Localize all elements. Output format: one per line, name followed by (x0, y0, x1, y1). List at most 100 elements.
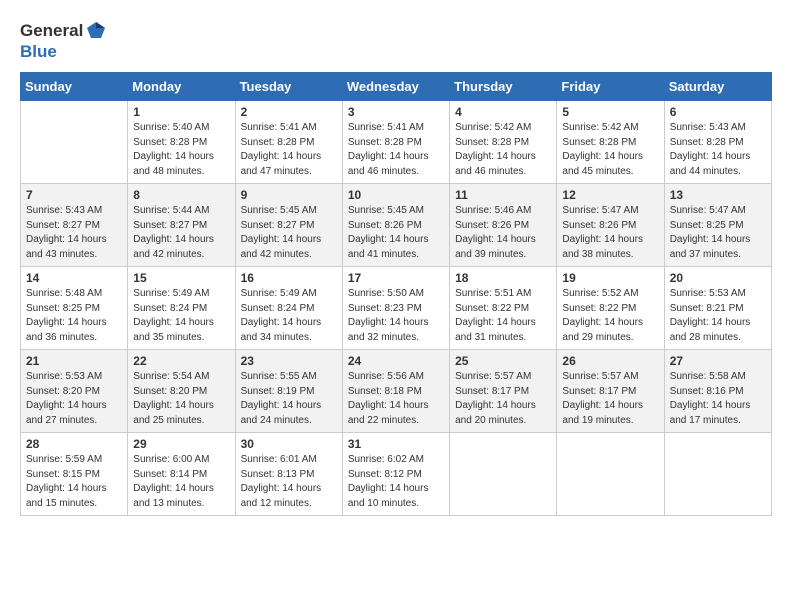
calendar-cell: 11 Sunrise: 5:46 AM Sunset: 8:26 PM Dayli… (450, 184, 557, 267)
calendar-week-row: 14Sunrise: 5:48 AM Sunset: 8:25 PM Dayli… (21, 267, 772, 350)
calendar-cell (450, 433, 557, 516)
calendar-cell: 23Sunrise: 5:55 AM Sunset: 8:19 PM Dayli… (235, 350, 342, 433)
day-info: Sunrise: 5:50 AM Sunset: 8:23 PM Dayligh… (348, 287, 444, 345)
calendar-cell: 17 Sunrise: 5:50 AM Sunset: 8:23 PM Dayli… (342, 267, 449, 350)
weekday-header-tuesday: Tuesday (235, 73, 342, 101)
day-number: 7 (26, 188, 122, 202)
day-number: 5 (562, 105, 658, 119)
day-number: 18 (455, 271, 551, 285)
day-number: 12 (562, 188, 658, 202)
day-number: 19 (562, 271, 658, 285)
day-info: Sunrise: 5:51 AM Sunset: 8:22 PM Dayligh… (455, 287, 551, 345)
calendar-week-row: 1 Sunrise: 5:40 AM Sunset: 8:28 PM Daylig… (21, 101, 772, 184)
day-info: Sunrise: 5:52 AM Sunset: 8:22 PM Dayligh… (562, 287, 658, 345)
calendar-cell: 8 Sunrise: 5:44 AM Sunset: 8:27 PM Daylig… (128, 184, 235, 267)
day-info: Sunrise: 5:41 AM Sunset: 8:28 PM Dayligh… (348, 121, 444, 179)
day-number: 22 (133, 354, 229, 368)
calendar-week-row: 28 Sunrise: 5:59 AM Sunset: 8:15 PM Dayli… (21, 433, 772, 516)
day-info: Sunrise: 5:42 AM Sunset: 8:28 PM Dayligh… (455, 121, 551, 179)
day-number: 10 (348, 188, 444, 202)
weekday-header-sunday: Sunday (21, 73, 128, 101)
day-info: Sunrise: 5:44 AM Sunset: 8:27 PM Dayligh… (133, 204, 229, 262)
calendar-cell: 5 Sunrise: 5:42 AM Sunset: 8:28 PM Daylig… (557, 101, 664, 184)
day-number: 8 (133, 188, 229, 202)
calendar-cell: 25Sunrise: 5:57 AM Sunset: 8:17 PM Dayli… (450, 350, 557, 433)
calendar-cell (664, 433, 771, 516)
day-info: Sunrise: 5:45 AM Sunset: 8:27 PM Dayligh… (241, 204, 337, 262)
calendar-cell: 6 Sunrise: 5:43 AM Sunset: 8:28 PM Daylig… (664, 101, 771, 184)
day-info: Sunrise: 5:47 AM Sunset: 8:25 PM Dayligh… (670, 204, 766, 262)
calendar-cell: 26 Sunrise: 5:57 AM Sunset: 8:17 PM Dayli… (557, 350, 664, 433)
day-number: 17 (348, 271, 444, 285)
calendar-cell: 12 Sunrise: 5:47 AM Sunset: 8:26 PM Dayli… (557, 184, 664, 267)
calendar-cell: 16Sunrise: 5:49 AM Sunset: 8:24 PM Dayli… (235, 267, 342, 350)
logo-flag-icon (85, 20, 107, 42)
calendar-cell: 22 Sunrise: 5:54 AM Sunset: 8:20 PM Dayli… (128, 350, 235, 433)
day-number: 29 (133, 437, 229, 451)
calendar-cell: 21 Sunrise: 5:53 AM Sunset: 8:20 PM Dayli… (21, 350, 128, 433)
day-info: Sunrise: 5:43 AM Sunset: 8:28 PM Dayligh… (670, 121, 766, 179)
logo-blue-text: Blue (20, 42, 57, 61)
calendar-cell: 14Sunrise: 5:48 AM Sunset: 8:25 PM Dayli… (21, 267, 128, 350)
day-number: 24 (348, 354, 444, 368)
weekday-header-saturday: Saturday (664, 73, 771, 101)
day-info: Sunrise: 5:42 AM Sunset: 8:28 PM Dayligh… (562, 121, 658, 179)
calendar-cell: 13 Sunrise: 5:47 AM Sunset: 8:25 PM Dayli… (664, 184, 771, 267)
calendar-cell: 7Sunrise: 5:43 AM Sunset: 8:27 PM Daylig… (21, 184, 128, 267)
day-number: 31 (348, 437, 444, 451)
calendar-header-row: SundayMondayTuesdayWednesdayThursdayFrid… (21, 73, 772, 101)
day-info: Sunrise: 5:55 AM Sunset: 8:19 PM Dayligh… (241, 370, 337, 428)
calendar-cell (21, 101, 128, 184)
calendar-cell: 2Sunrise: 5:41 AM Sunset: 8:28 PM Daylig… (235, 101, 342, 184)
day-info: Sunrise: 5:47 AM Sunset: 8:26 PM Dayligh… (562, 204, 658, 262)
day-number: 30 (241, 437, 337, 451)
day-info: Sunrise: 5:48 AM Sunset: 8:25 PM Dayligh… (26, 287, 122, 345)
weekday-header-monday: Monday (128, 73, 235, 101)
header: General Blue (20, 20, 772, 62)
calendar-cell: 27Sunrise: 5:58 AM Sunset: 8:16 PM Dayli… (664, 350, 771, 433)
calendar-cell: 20Sunrise: 5:53 AM Sunset: 8:21 PM Dayli… (664, 267, 771, 350)
day-number: 26 (562, 354, 658, 368)
day-number: 28 (26, 437, 122, 451)
day-number: 11 (455, 188, 551, 202)
day-number: 13 (670, 188, 766, 202)
page: General Blue SundayMondayTuesdayWednesda… (0, 0, 792, 531)
day-info: Sunrise: 5:59 AM Sunset: 8:15 PM Dayligh… (26, 453, 122, 511)
calendar-cell: 24 Sunrise: 5:56 AM Sunset: 8:18 PM Dayli… (342, 350, 449, 433)
day-number: 1 (133, 105, 229, 119)
calendar-cell: 10 Sunrise: 5:45 AM Sunset: 8:26 PM Dayli… (342, 184, 449, 267)
day-info: Sunrise: 5:56 AM Sunset: 8:18 PM Dayligh… (348, 370, 444, 428)
day-info: Sunrise: 5:40 AM Sunset: 8:28 PM Dayligh… (133, 121, 229, 179)
calendar-week-row: 7Sunrise: 5:43 AM Sunset: 8:27 PM Daylig… (21, 184, 772, 267)
calendar-cell: 29Sunrise: 6:00 AM Sunset: 8:14 PM Dayli… (128, 433, 235, 516)
day-info: Sunrise: 6:02 AM Sunset: 8:12 PM Dayligh… (348, 453, 444, 511)
calendar-cell: 28 Sunrise: 5:59 AM Sunset: 8:15 PM Dayli… (21, 433, 128, 516)
calendar-cell: 15Sunrise: 5:49 AM Sunset: 8:24 PM Dayli… (128, 267, 235, 350)
weekday-header-thursday: Thursday (450, 73, 557, 101)
day-number: 20 (670, 271, 766, 285)
day-number: 9 (241, 188, 337, 202)
calendar-cell: 9 Sunrise: 5:45 AM Sunset: 8:27 PM Daylig… (235, 184, 342, 267)
day-info: Sunrise: 5:57 AM Sunset: 8:17 PM Dayligh… (562, 370, 658, 428)
day-info: Sunrise: 5:57 AM Sunset: 8:17 PM Dayligh… (455, 370, 551, 428)
day-number: 6 (670, 105, 766, 119)
calendar-week-row: 21 Sunrise: 5:53 AM Sunset: 8:20 PM Dayli… (21, 350, 772, 433)
weekday-header-friday: Friday (557, 73, 664, 101)
day-info: Sunrise: 5:54 AM Sunset: 8:20 PM Dayligh… (133, 370, 229, 428)
day-info: Sunrise: 5:53 AM Sunset: 8:20 PM Dayligh… (26, 370, 122, 428)
logo-general-text: General (20, 21, 83, 41)
day-number: 4 (455, 105, 551, 119)
calendar-cell: 30Sunrise: 6:01 AM Sunset: 8:13 PM Dayli… (235, 433, 342, 516)
calendar-cell: 18 Sunrise: 5:51 AM Sunset: 8:22 PM Dayli… (450, 267, 557, 350)
day-number: 27 (670, 354, 766, 368)
weekday-header-wednesday: Wednesday (342, 73, 449, 101)
day-number: 3 (348, 105, 444, 119)
day-info: Sunrise: 5:45 AM Sunset: 8:26 PM Dayligh… (348, 204, 444, 262)
day-number: 21 (26, 354, 122, 368)
calendar-table: SundayMondayTuesdayWednesdayThursdayFrid… (20, 72, 772, 516)
logo: General Blue (20, 20, 107, 62)
day-info: Sunrise: 5:46 AM Sunset: 8:26 PM Dayligh… (455, 204, 551, 262)
day-number: 15 (133, 271, 229, 285)
day-info: Sunrise: 5:41 AM Sunset: 8:28 PM Dayligh… (241, 121, 337, 179)
calendar-cell: 1 Sunrise: 5:40 AM Sunset: 8:28 PM Daylig… (128, 101, 235, 184)
